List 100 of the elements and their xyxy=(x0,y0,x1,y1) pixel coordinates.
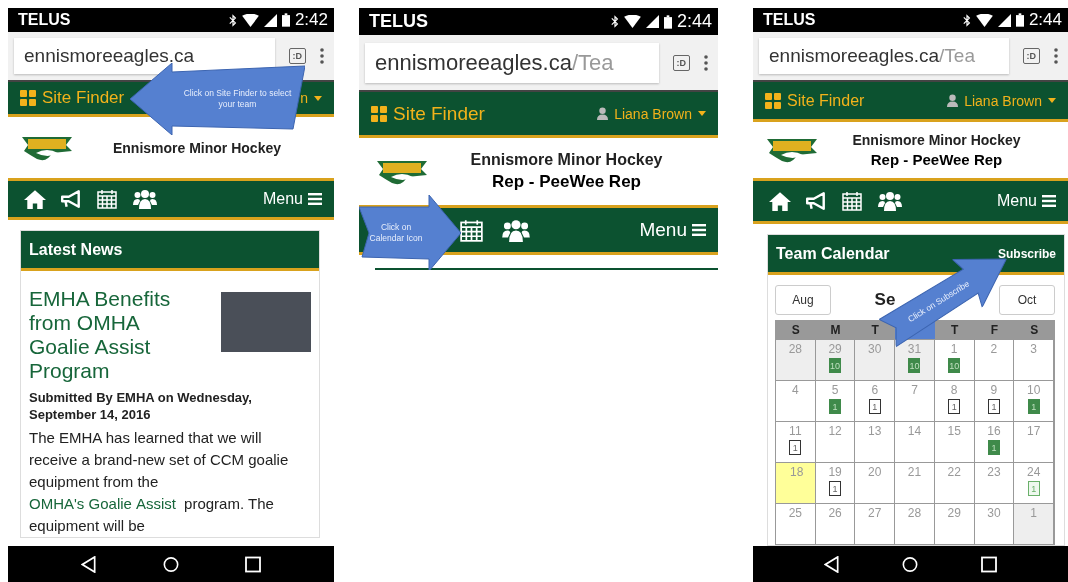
weekday-header: S xyxy=(1014,321,1054,339)
calendar-day[interactable]: 5 1 xyxy=(815,380,856,421)
site-title: Ennismore Minor Hockey xyxy=(112,139,281,156)
calendar-icon[interactable] xyxy=(459,218,484,242)
address-field[interactable]: ennismoreeagles.ca xyxy=(14,38,275,74)
megaphone-icon[interactable] xyxy=(805,191,827,211)
calendar-day[interactable]: 9 1 xyxy=(974,380,1015,421)
tab-switcher-button[interactable]: :D xyxy=(672,54,690,71)
calendar-icon[interactable] xyxy=(841,191,863,211)
calendar-day[interactable]: 21 xyxy=(895,462,935,503)
calendar-day[interactable]: 10 1 xyxy=(1014,380,1054,421)
user-menu-button[interactable]: Liana Brown xyxy=(597,105,706,122)
calendar-day[interactable]: 27 xyxy=(855,503,896,544)
calendar-day[interactable]: 15 xyxy=(934,421,975,462)
home-icon[interactable] xyxy=(769,191,791,211)
callout-text: Click on Calendar Icon xyxy=(368,222,424,244)
event-marker[interactable]: 10 xyxy=(948,358,961,373)
site-finder-button[interactable]: Site Finder xyxy=(20,88,125,108)
weekday-header: S xyxy=(776,321,816,339)
more-options-icon[interactable] xyxy=(704,54,708,71)
calendar-day[interactable]: 1 xyxy=(1014,503,1054,544)
calendar-day[interactable]: 16 1 xyxy=(974,421,1015,462)
calendar-day[interactable]: 14 xyxy=(895,421,935,462)
calendar-day[interactable]: 20 xyxy=(855,462,896,503)
carrier-name: TELUS xyxy=(763,11,816,29)
megaphone-icon[interactable] xyxy=(60,189,82,209)
article-link[interactable]: Assist xyxy=(135,495,176,512)
subscribe-link[interactable]: Subscribe xyxy=(997,246,1056,261)
battery-icon xyxy=(663,14,672,29)
clock-time: 2:44 xyxy=(676,11,712,32)
site-finder-button[interactable]: Site Finder xyxy=(765,91,865,110)
calendar-day[interactable]: 30 xyxy=(855,339,896,380)
article-link[interactable]: OMHA's Goalie xyxy=(29,495,132,512)
calendar-day[interactable]: 7 xyxy=(895,380,935,421)
event-marker[interactable]: 1 xyxy=(948,399,961,414)
calendar-day[interactable]: 11 1 xyxy=(776,421,816,462)
calendar-day[interactable]: 17 xyxy=(1014,421,1054,462)
calendar-day[interactable]: 4 xyxy=(776,380,816,421)
back-icon[interactable] xyxy=(824,555,841,573)
calendar-icon[interactable] xyxy=(96,189,118,209)
people-icon[interactable] xyxy=(877,191,903,211)
more-options-icon[interactable] xyxy=(320,48,324,64)
event-marker[interactable]: 10 xyxy=(908,358,921,373)
back-icon[interactable] xyxy=(81,555,97,573)
team-name: Rep - PeeWee Rep xyxy=(492,172,641,192)
calendar-day[interactable]: 28 xyxy=(776,339,816,380)
address-field[interactable]: ennismoreeagles.ca/Tea xyxy=(759,38,1009,74)
user-menu-button[interactable]: Liana Brown xyxy=(947,92,1056,109)
calendar-day[interactable]: 22 xyxy=(934,462,975,503)
menu-button[interactable]: Menu xyxy=(262,190,322,208)
event-marker[interactable]: 1 xyxy=(829,399,842,414)
calendar-day[interactable]: 29 10 xyxy=(815,339,856,380)
recents-icon[interactable] xyxy=(245,555,261,573)
menu-button[interactable]: Menu xyxy=(996,192,1056,210)
calendar-day[interactable]: 18 xyxy=(776,462,816,503)
user-menu-button[interactable]: n xyxy=(300,90,322,106)
hamburger-icon xyxy=(308,193,322,205)
calendar-day[interactable]: 1 10 xyxy=(934,339,975,380)
event-marker[interactable]: 1 xyxy=(789,440,802,455)
weekday-header: T xyxy=(855,321,896,339)
tab-switcher-button[interactable]: :D xyxy=(1022,48,1040,64)
calendar-day[interactable]: 28 xyxy=(895,503,935,544)
event-marker[interactable]: 1 xyxy=(829,481,842,496)
home-circle-icon[interactable] xyxy=(902,555,919,573)
next-month-button[interactable]: Oct xyxy=(999,285,1055,315)
calendar-day[interactable]: 12 xyxy=(815,421,856,462)
site-title: Ennismore Minor Hockey xyxy=(852,132,1021,148)
bluetooth-icon xyxy=(610,15,619,28)
site-finder-button[interactable]: Site Finder xyxy=(371,102,485,125)
calendar-day[interactable]: 19 1 xyxy=(815,462,856,503)
menu-button[interactable]: Menu xyxy=(639,219,706,241)
calendar-day[interactable]: 26 xyxy=(815,503,856,544)
event-marker[interactable]: 1 xyxy=(987,399,1000,414)
calendar-day[interactable]: 2 xyxy=(974,339,1015,380)
calendar-day[interactable]: 13 xyxy=(855,421,896,462)
event-marker[interactable]: 1 xyxy=(1027,481,1040,496)
calendar-day[interactable]: 8 1 xyxy=(934,380,975,421)
home-circle-icon[interactable] xyxy=(163,555,179,573)
previous-month-button[interactable]: Aug xyxy=(775,285,831,315)
calendar-day[interactable]: 6 1 xyxy=(855,380,896,421)
calendar-day[interactable]: 31 10 xyxy=(895,339,935,380)
event-marker[interactable]: 1 xyxy=(868,399,881,414)
event-marker[interactable]: 1 xyxy=(987,440,1000,455)
more-options-icon[interactable] xyxy=(1054,48,1058,64)
calendar-day[interactable]: 24 1 xyxy=(1014,462,1054,503)
address-field[interactable]: ennismoreeagles.ca/Tea xyxy=(365,42,659,83)
event-marker[interactable]: 1 xyxy=(1027,399,1040,414)
grid-icon xyxy=(20,90,36,106)
calendar-day[interactable]: 30 xyxy=(974,503,1015,544)
people-icon[interactable] xyxy=(132,189,158,209)
people-icon[interactable] xyxy=(501,218,531,242)
home-icon[interactable] xyxy=(24,189,46,209)
calendar-day[interactable]: 3 xyxy=(1014,339,1054,380)
calendar-day[interactable]: 23 xyxy=(974,462,1015,503)
event-marker[interactable]: 10 xyxy=(829,358,842,373)
calendar-day[interactable]: 29 xyxy=(934,503,975,544)
recents-icon[interactable] xyxy=(980,555,997,573)
calendar-day[interactable]: 25 xyxy=(776,503,816,544)
tab-switcher-button[interactable]: :D xyxy=(288,48,306,64)
article-headline[interactable]: EMHA Benefits from OMHA Goalie Assist Program xyxy=(29,287,201,383)
